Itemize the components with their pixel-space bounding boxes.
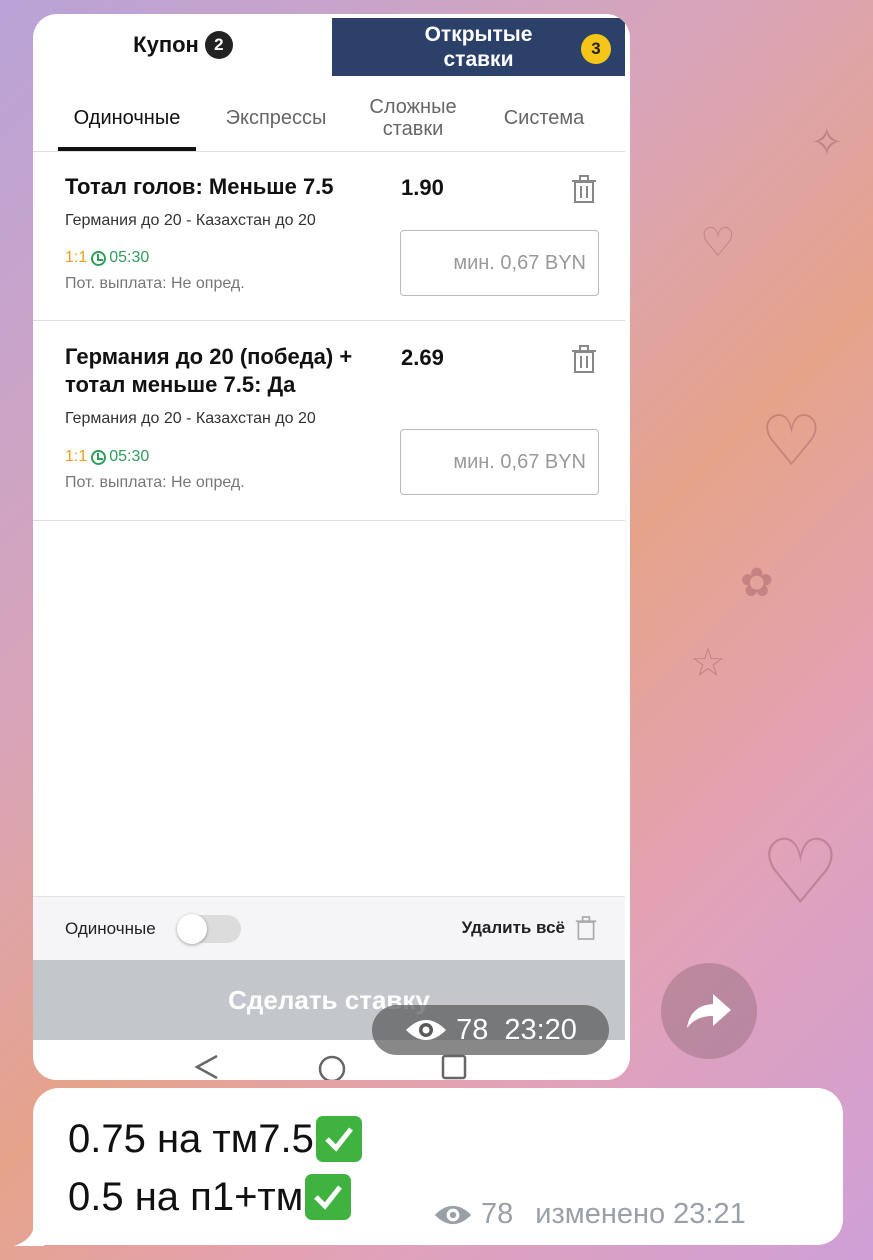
message-meta: 78 изменено 23:21 [433,1198,746,1231]
share-button[interactable] [661,963,757,1059]
bet-odds: 2.69 [401,345,444,370]
delete-all-button[interactable]: Удалить всё [462,915,597,941]
bet-match: Германия до 20 - Казахстан до 20 [65,212,316,229]
singles-toggle[interactable] [177,914,241,944]
bet-item: Тотал голов: Меньше 7.5 1.90 Германия до… [33,153,625,321]
message-views: 78 [481,1198,514,1230]
stake-input[interactable]: мин. 0,67 BYN [400,429,599,495]
trash-icon[interactable] [571,175,597,203]
back-nav-icon[interactable] [193,1054,223,1080]
background-doodle-heart-icon: ♡ [760,402,823,480]
message-line-2: 0.5 на п1+тм [68,1174,352,1220]
open-bets-tab-label: Открытые ставки [424,23,533,71]
message-line-2-text: 0.5 на п1+тм [68,1174,304,1219]
background-doodle-sparkle-icon: ✧ [810,121,844,165]
subtab-system[interactable]: Система [489,84,599,152]
clock-icon [91,250,107,266]
bet-score: 1:1 [65,448,88,465]
background-doodle-star-icon: ☆ [690,641,726,685]
bet-payout: Пот. выплата: Не опред. [65,474,245,491]
bet-score-row: 1:1 05:30 [65,448,149,466]
text-message[interactable]: 0.75 на тм7.5 0.5 на п1+тм 78 изменено 2… [33,1088,843,1245]
bet-payout: Пот. выплата: Не опред. [65,275,245,292]
photo-message[interactable]: Купон 2 Открытые ставки 3 Одиночные Эксп… [33,14,630,1080]
bet-item: Германия до 20 (победа) + тотал меньше 7… [33,321,625,521]
home-nav-icon[interactable] [317,1054,347,1080]
message-line-1: 0.75 на тм7.5 [68,1116,362,1162]
coupon-tab-label: Купон [133,32,199,57]
check-mark-icon [305,1174,352,1220]
bet-type-subtabs: Одиночные Экспрессы Сложные ставки Систе… [33,84,625,152]
bet-match-time: 05:30 [91,448,149,466]
background-doodle-heart-icon: ♡ [700,221,736,265]
singles-toggle-label: Одиночные [65,919,156,938]
tab-coupon[interactable]: Купон 2 [33,14,333,76]
bet-score-row: 1:1 05:30 [65,249,149,267]
trash-icon[interactable] [571,345,597,373]
open-bets-count-badge: 3 [581,34,611,64]
background-doodle-flower-icon: ✿ [740,561,774,605]
delete-all-label: Удалить всё [461,918,565,937]
bet-odds: 1.90 [401,175,444,200]
coupon-footer: Одиночные Удалить всё [33,896,625,960]
photo-time: 23:20 [504,1013,577,1046]
photo-views: 78 [456,1013,489,1046]
subtab-singles[interactable]: Одиночные [58,84,196,152]
trash-icon [575,916,597,940]
bet-match: Германия до 20 - Казахстан до 20 [65,410,316,427]
bet-time-value: 05:30 [109,448,150,465]
bet-title: Тотал голов: Меньше 7.5 [65,174,334,199]
active-subtab-indicator [58,147,196,151]
check-mark-icon [315,1116,362,1162]
eye-icon [434,1205,472,1224]
photo-meta-pill: 78 23:20 [372,1005,609,1055]
tab-open-bets[interactable]: Открытые ставки 3 [332,18,625,76]
forward-arrow-icon [687,994,731,1028]
coupon-tabs: Купон 2 Открытые ставки 3 [33,14,630,76]
message-edited-time: изменено 23:21 [535,1198,746,1230]
subtab-complex[interactable]: Сложные ставки [355,84,471,152]
recents-nav-icon[interactable] [441,1054,467,1080]
toggle-knob [177,914,207,944]
stake-input[interactable]: мин. 0,67 BYN [400,230,599,296]
clock-icon [91,449,107,465]
coupon-count-badge: 2 [204,31,233,59]
subtab-express[interactable]: Экспрессы [211,84,341,152]
background-doodle-heart-icon: ♡ [760,823,841,923]
bet-score: 1:1 [65,249,88,266]
bet-match-time: 05:30 [91,249,149,267]
bet-title: Германия до 20 (победа) + тотал меньше 7… [65,344,353,397]
eye-icon [406,1020,447,1040]
message-line-1-text: 0.75 на тм7.5 [68,1116,314,1161]
bet-time-value: 05:30 [109,249,150,266]
